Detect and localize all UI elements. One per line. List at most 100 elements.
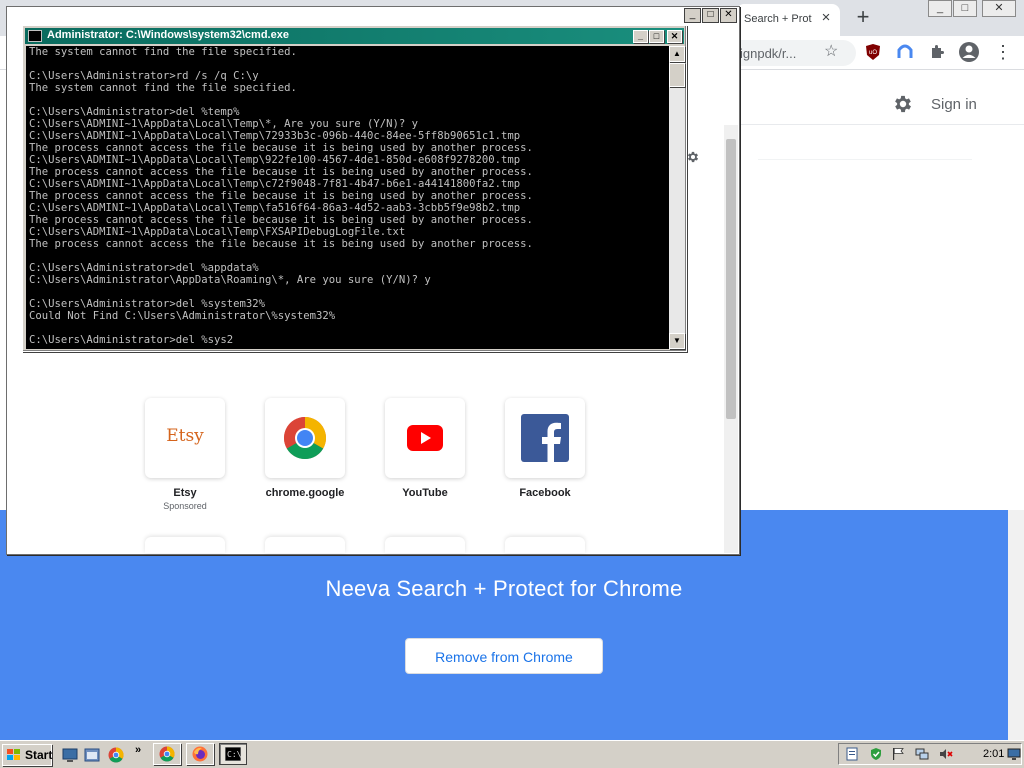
cmd-output-line: C:\Users\Administrator>del %temp%: [29, 106, 240, 118]
cmd-output-line: The system cannot find the file specifie…: [29, 82, 297, 94]
inner-settings-gear-icon[interactable]: [686, 150, 700, 164]
svg-text:uO: uO: [869, 50, 877, 56]
cmd-output-line: The process cannot access the file becau…: [29, 166, 533, 178]
cmd-console-output[interactable]: The system cannot find the file specifie…: [26, 46, 671, 349]
windows-flag-icon: [7, 749, 20, 760]
cmd-maximize-button[interactable]: □: [649, 30, 664, 43]
chrome-page-scrollbar[interactable]: [1008, 510, 1024, 740]
cmd-scroll-thumb[interactable]: [669, 63, 685, 87]
cmd-output-line: [29, 58, 671, 70]
facebook-logo-icon: [521, 414, 569, 462]
inner-maximize-button[interactable]: □: [702, 8, 719, 23]
neeva-extension-icon[interactable]: [894, 41, 916, 63]
cmd-output-line: C:\Users\ADMINI~1\AppData\Local\Temp\c72…: [29, 178, 521, 190]
shortcut-chrome-google[interactable]: [265, 398, 345, 478]
svg-text:C:\: C:\: [227, 750, 241, 759]
chrome-close-button[interactable]: ✕: [982, 0, 1016, 17]
cmd-output-line: C:\Users\Administrator>rd /s /q C:\y: [29, 70, 259, 82]
new-tab-button[interactable]: +: [850, 4, 876, 30]
cmd-output-line: [29, 94, 671, 106]
etsy-logo: Etsy: [166, 426, 204, 446]
cmd-output-line: C:\Users\ADMINI~1\AppData\Local\Temp\fa5…: [29, 202, 521, 214]
tray-network-icon[interactable]: [915, 747, 929, 761]
cmd-output-line: C:\Users\Administrator>del %appdata%: [29, 262, 259, 274]
cmd-output-line: The process cannot access the file becau…: [29, 190, 533, 202]
chrome-menu-icon[interactable]: ⋮: [992, 41, 1014, 63]
shortcut-label-facebook: Facebook: [519, 487, 571, 499]
cmd-output-line: Could Not Find C:\Users\Administrator\%s…: [29, 310, 336, 322]
cmd-output-line: C:\Users\Administrator>del %sys2: [29, 334, 234, 346]
youtube-logo-icon: [407, 425, 443, 451]
taskbar-chrome-button[interactable]: [153, 743, 181, 765]
inner-scroll-thumb[interactable]: [726, 139, 736, 419]
inner-close-button[interactable]: ✕: [720, 8, 737, 23]
desktop: Search + Prot × + _ □ ✕ ignpdk/r... ☆ uO…: [0, 0, 1024, 768]
cmd-output-line: [29, 322, 671, 334]
cmd-output-line: The system cannot find the file specifie…: [29, 46, 297, 58]
cmd-window: Administrator: C:\Windows\system32\cmd.e…: [22, 25, 687, 352]
shortcut-tile-partial[interactable]: [265, 537, 345, 553]
tab-neeva-search[interactable]: Search + Prot ×: [736, 4, 840, 36]
tray-shield-check-icon[interactable]: [869, 747, 883, 761]
explorer-quicklaunch-icon[interactable]: [84, 747, 100, 763]
taskbar-cmd-button[interactable]: C:\: [219, 743, 247, 765]
cmd-window-title: Administrator: C:\Windows\system32\cmd.e…: [47, 29, 289, 41]
tray-display-icon[interactable]: [1007, 747, 1021, 761]
taskbar-clock[interactable]: 2:01: [983, 748, 1004, 760]
bookmark-star-icon[interactable]: ☆: [824, 41, 838, 61]
extensions-puzzle-icon[interactable]: [926, 41, 948, 63]
shortcut-facebook[interactable]: [505, 398, 585, 478]
cmd-output-line: The process cannot access the file becau…: [29, 214, 533, 226]
shortcut-youtube[interactable]: [385, 398, 465, 478]
cmd-output-line: The process cannot access the file becau…: [29, 142, 533, 154]
shortcut-label-chrome-google: chrome.google: [265, 487, 345, 499]
system-tray: 2:01: [838, 743, 1022, 765]
cmd-output-line: C:\Users\ADMINI~1\AppData\Local\Temp\922…: [29, 154, 521, 166]
cmd-output-line: C:\Users\ADMINI~1\AppData\Local\Temp\*, …: [29, 118, 419, 130]
shortcut-label-youtube: YouTube: [402, 487, 448, 499]
chrome-quicklaunch-icon[interactable]: [108, 747, 124, 763]
tray-volume-muted-icon[interactable]: [939, 747, 953, 761]
cmd-output-line: The process cannot access the file becau…: [29, 238, 533, 250]
shortcut-sponsored-tag: Sponsored: [163, 501, 207, 511]
cmd-output-line: C:\Users\Administrator\AppData\Roaming\*…: [29, 274, 431, 286]
profile-avatar-icon[interactable]: [958, 41, 980, 63]
address-bar-text: ignpdk/r...: [740, 46, 797, 61]
cmd-output-line: C:\Users\Administrator>del %system32%: [29, 298, 265, 310]
start-button[interactable]: Start: [2, 744, 52, 766]
chrome-minimize-button[interactable]: _: [928, 0, 952, 17]
ublock-origin-icon[interactable]: uO: [862, 41, 884, 63]
cmd-title-bar[interactable]: Administrator: C:\Windows\system32\cmd.e…: [25, 28, 684, 44]
shortcut-tile-partial[interactable]: [385, 537, 465, 553]
tray-flag-icon[interactable]: [891, 747, 905, 761]
cmd-scrollbar[interactable]: ▲ ▼: [669, 46, 685, 349]
tab-title: Search + Prot: [744, 13, 812, 25]
quicklaunch-overflow-chevron[interactable]: »: [135, 744, 141, 756]
settings-gear-icon[interactable]: [892, 93, 914, 115]
taskbar-firefox-button[interactable]: [186, 743, 214, 765]
scroll-down-arrow-icon[interactable]: ▼: [669, 333, 685, 349]
cmd-app-icon[interactable]: [28, 30, 42, 42]
inner-minimize-button[interactable]: _: [684, 8, 701, 23]
start-label: Start: [25, 748, 53, 762]
shortcut-etsy[interactable]: Etsy: [145, 398, 225, 478]
cmd-output-line: [29, 286, 671, 298]
banner-title: Neeva Search + Protect for Chrome: [325, 576, 683, 601]
cmd-output-line: C:\Users\ADMINI~1\AppData\Local\Temp\FXS…: [29, 226, 406, 238]
tray-doc-icon[interactable]: [845, 747, 859, 761]
chrome-restore-button[interactable]: □: [953, 0, 977, 17]
cmd-output-line: C:\Users\ADMINI~1\AppData\Local\Temp\729…: [29, 130, 521, 142]
shortcut-tile-partial[interactable]: [145, 537, 225, 553]
show-desktop-icon[interactable]: [62, 747, 78, 763]
cmd-close-button[interactable]: ✕: [667, 30, 682, 43]
search-box-edge: [758, 140, 972, 160]
sign-in-link[interactable]: Sign in: [931, 96, 977, 113]
tab-close-icon[interactable]: ×: [818, 10, 834, 26]
shortcut-label-etsy: Etsy: [173, 487, 197, 499]
remove-from-chrome-button[interactable]: Remove from Chrome: [405, 638, 603, 674]
shortcut-tile-partial[interactable]: [505, 537, 585, 553]
cmd-output-line: [29, 250, 671, 262]
inner-page-scrollbar[interactable]: [724, 125, 738, 553]
cmd-minimize-button[interactable]: _: [633, 30, 648, 43]
scroll-up-arrow-icon[interactable]: ▲: [669, 46, 685, 62]
